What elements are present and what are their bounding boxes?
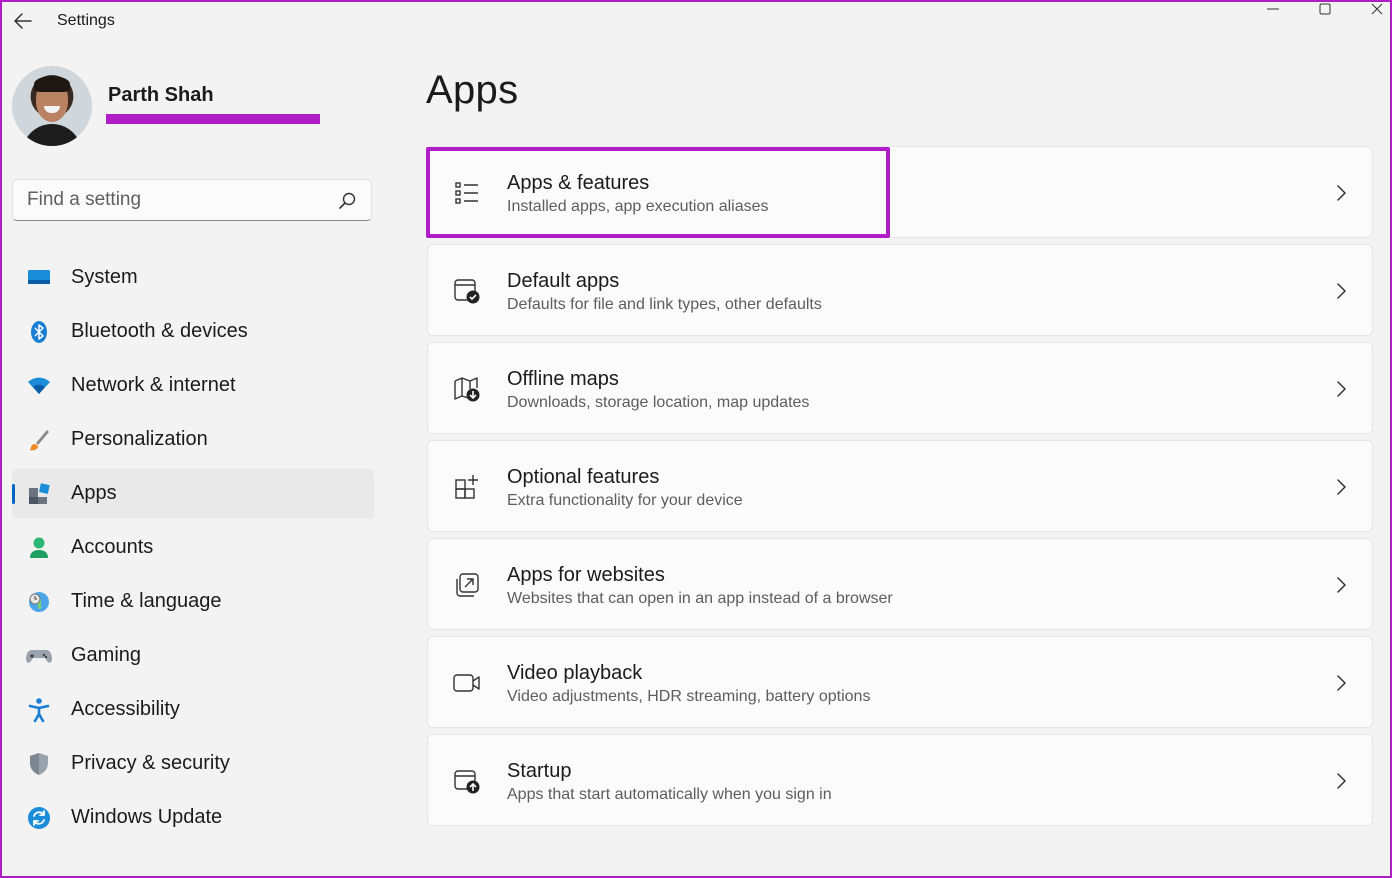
bluetooth-icon xyxy=(26,319,52,345)
apps-icon xyxy=(26,481,52,507)
wifi-icon xyxy=(26,373,52,399)
settings-card-list: Apps & features Installed apps, app exec… xyxy=(426,146,1373,832)
maximize-icon xyxy=(1319,3,1331,15)
close-button[interactable] xyxy=(1362,0,1392,18)
sidebar-item-label: Apps xyxy=(71,482,117,504)
open-external-icon xyxy=(452,570,482,600)
card-offline-maps[interactable]: Offline maps Downloads, storage location… xyxy=(427,342,1373,434)
refresh-icon xyxy=(26,805,52,831)
person-icon xyxy=(26,535,52,561)
selected-indicator xyxy=(12,484,15,504)
sidebar-item-label: Personalization xyxy=(71,428,208,450)
sidebar-item-label: Network & internet xyxy=(71,374,236,396)
chevron-right-icon xyxy=(1334,379,1348,399)
card-subtitle: Websites that can open in an app instead… xyxy=(507,590,893,607)
card-apps-for-websites[interactable]: Apps for websites Websites that can open… xyxy=(427,538,1373,630)
chevron-right-icon xyxy=(1334,477,1348,497)
email-redaction-mark xyxy=(106,114,320,124)
list-icon xyxy=(452,178,482,208)
chevron-right-icon xyxy=(1334,771,1348,791)
sidebar-item-apps[interactable]: Apps xyxy=(12,469,374,519)
sidebar-item-gaming[interactable]: Gaming xyxy=(12,629,374,683)
sidebar-item-label: Bluetooth & devices xyxy=(71,320,248,342)
sidebar-item-system[interactable]: System xyxy=(12,251,374,305)
card-title: Apps for websites xyxy=(507,564,665,586)
profile-name: Parth Shah xyxy=(108,84,214,106)
minimize-button[interactable] xyxy=(1258,0,1288,18)
maximize-button[interactable] xyxy=(1310,0,1340,18)
sidebar-item-label: Privacy & security xyxy=(71,752,230,774)
search-box[interactable] xyxy=(12,179,372,221)
sidebar-item-bluetooth[interactable]: Bluetooth & devices xyxy=(12,305,374,359)
sidebar-item-personalization[interactable]: Personalization xyxy=(12,413,374,467)
sidebar-item-label: Gaming xyxy=(71,644,142,666)
card-subtitle: Defaults for file and link types, other … xyxy=(507,296,822,313)
card-title: Startup xyxy=(507,760,572,782)
close-icon xyxy=(1371,3,1383,15)
sidebar-item-accounts[interactable]: Accounts xyxy=(12,521,374,575)
accessibility-icon xyxy=(26,697,52,723)
user-profile[interactable]: Parth Shah xyxy=(12,64,372,148)
card-title: Optional features xyxy=(507,466,660,488)
chevron-right-icon xyxy=(1334,183,1348,203)
add-feature-icon xyxy=(452,472,482,502)
card-subtitle: Apps that start automatically when you s… xyxy=(507,786,832,803)
title-bar: Settings xyxy=(0,0,1392,44)
card-subtitle: Installed apps, app execution aliases xyxy=(507,198,769,215)
card-title: Apps & features xyxy=(507,172,650,194)
sidebar-item-label: System xyxy=(71,266,138,288)
back-button[interactable] xyxy=(8,6,38,36)
highlight-annotation xyxy=(426,147,890,238)
chevron-right-icon xyxy=(1334,575,1348,595)
page-title: Apps xyxy=(426,68,519,112)
sidebar-item-label: Windows Update xyxy=(71,806,223,828)
gamepad-icon xyxy=(26,643,52,669)
card-subtitle: Video adjustments, HDR streaming, batter… xyxy=(507,688,871,705)
sidebar-item-label: Accounts xyxy=(71,536,154,558)
window-title: Settings xyxy=(57,12,115,29)
sidebar-item-windows-update[interactable]: Windows Update xyxy=(12,791,374,845)
sidebar-item-time-language[interactable]: Time & language xyxy=(12,575,374,629)
sidebar-item-label: Accessibility xyxy=(71,698,180,720)
avatar xyxy=(12,66,92,146)
sidebar-item-label: Time & language xyxy=(71,590,222,612)
shield-icon xyxy=(26,751,52,777)
map-download-icon xyxy=(452,374,482,404)
sidebar-item-privacy[interactable]: Privacy & security xyxy=(12,737,374,791)
back-arrow-icon xyxy=(14,13,32,29)
sidebar-item-accessibility[interactable]: Accessibility xyxy=(12,683,374,737)
card-title: Video playback xyxy=(507,662,643,684)
chevron-right-icon xyxy=(1334,281,1348,301)
card-video-playback[interactable]: Video playback Video adjustments, HDR st… xyxy=(427,636,1373,728)
search-icon[interactable] xyxy=(337,191,357,211)
card-startup[interactable]: Startup Apps that start automatically wh… xyxy=(427,734,1373,826)
default-apps-icon xyxy=(452,276,482,306)
sidebar-nav: System Bluetooth & devices Network & int… xyxy=(12,251,374,845)
card-subtitle: Downloads, storage location, map updates xyxy=(507,394,810,411)
card-subtitle: Extra functionality for your device xyxy=(507,492,743,509)
card-title: Offline maps xyxy=(507,368,619,390)
minimize-icon xyxy=(1267,8,1279,10)
card-default-apps[interactable]: Default apps Defaults for file and link … xyxy=(427,244,1373,336)
card-apps-features[interactable]: Apps & features Installed apps, app exec… xyxy=(426,146,1373,238)
globe-clock-icon xyxy=(26,589,52,615)
brush-icon xyxy=(26,427,52,453)
startup-icon xyxy=(452,766,482,796)
card-optional-features[interactable]: Optional features Extra functionality fo… xyxy=(427,440,1373,532)
system-icon xyxy=(26,265,52,291)
search-input[interactable] xyxy=(13,180,333,220)
card-title: Default apps xyxy=(507,270,620,292)
chevron-right-icon xyxy=(1334,673,1348,693)
video-icon xyxy=(452,668,482,698)
sidebar-item-network[interactable]: Network & internet xyxy=(12,359,374,413)
